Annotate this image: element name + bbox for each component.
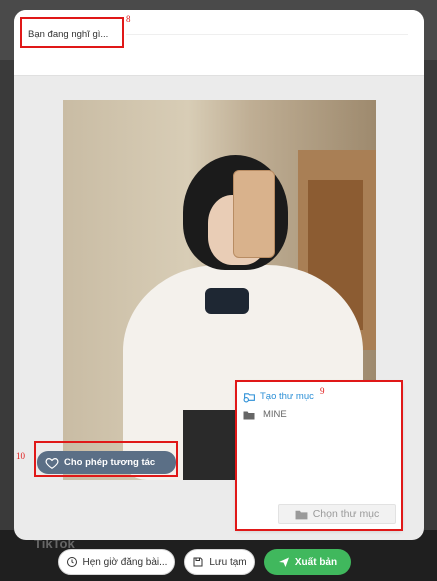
- annotation-number: 9: [320, 386, 325, 396]
- annotation-number: 10: [16, 451, 25, 461]
- annotation-box-folder: [235, 380, 403, 531]
- photo-phone: [233, 170, 275, 258]
- send-icon: [278, 557, 289, 567]
- composer-divider: [126, 34, 408, 35]
- schedule-post-button[interactable]: Hẹn giờ đăng bài...: [58, 549, 175, 575]
- save-draft-label: Lưu tạm: [209, 556, 247, 568]
- photo-bow: [205, 288, 249, 314]
- save-icon: [193, 557, 203, 567]
- annotation-box-composer: [20, 17, 124, 48]
- annotation-number: 8: [126, 14, 131, 24]
- publish-button[interactable]: Xuất bản: [264, 549, 351, 575]
- schedule-post-label: Hẹn giờ đăng bài...: [82, 556, 168, 568]
- publish-label: Xuất bản: [294, 556, 338, 568]
- annotation-box-interaction: [34, 441, 178, 477]
- clock-icon: [66, 557, 77, 567]
- save-draft-button[interactable]: Lưu tạm: [184, 549, 255, 575]
